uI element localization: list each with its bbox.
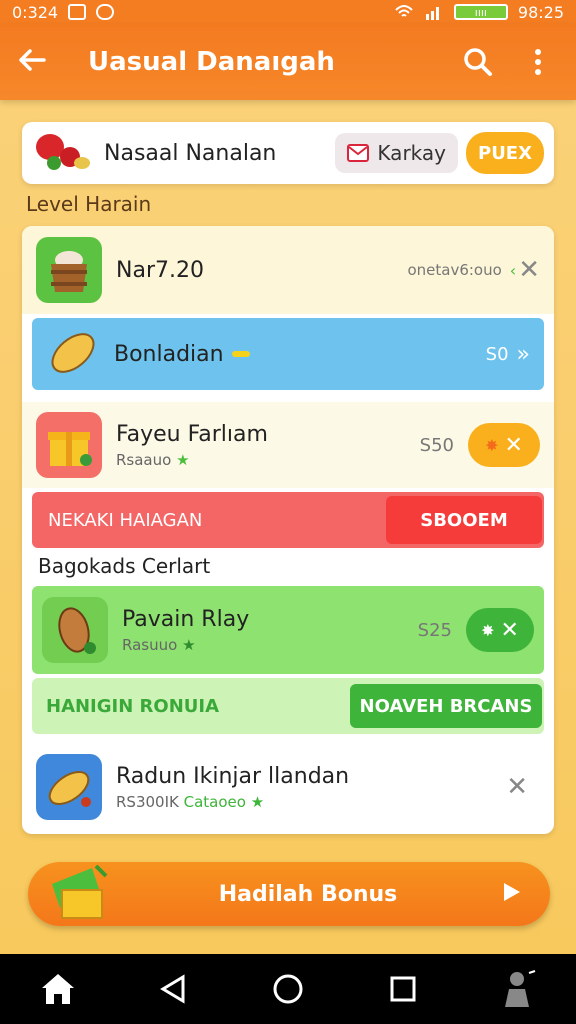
chevron-left-icon: ‹ <box>509 260 517 280</box>
close-icon[interactable]: ✕ <box>518 255 540 285</box>
item-title: Pavain Rlay <box>122 606 250 632</box>
section-label-level: Level Harain <box>26 192 152 216</box>
puex-button[interactable]: PUEX <box>466 132 544 174</box>
list-item[interactable]: Nar7.20 onetav6:ouo ‹ ✕ <box>22 226 554 314</box>
play-icon <box>502 881 522 907</box>
list-item[interactable]: Bonladian S0 » <box>32 318 544 390</box>
fruit-basket-icon <box>32 127 92 179</box>
item-title: Fayeu Farlıam <box>116 421 268 447</box>
remove-button[interactable]: ✸ ✕ <box>466 608 534 652</box>
sweet-potato-icon <box>42 597 108 663</box>
status-time-left: 0:324 <box>12 2 59 22</box>
status-time-right: 98:25 <box>517 2 564 22</box>
app-bar: Uasual Danaıgah <box>0 24 576 100</box>
battery-icon: ıııı <box>453 4 508 20</box>
banner-red-button[interactable]: SBOOEM <box>386 496 542 544</box>
banner-green-label: HANIGIN RONUIA <box>46 695 220 717</box>
header-name: Nasaal Nanalan <box>104 140 277 166</box>
banner-red: NEKAKI HAIAGAN SBOOEM <box>32 492 544 548</box>
home-icon[interactable] <box>33 964 83 1014</box>
spark-icon: ✸ <box>481 620 495 640</box>
spark-icon: ✸ <box>485 435 499 455</box>
item-price: S25 <box>417 619 452 641</box>
items-card: Nar7.20 onetav6:ouo ‹ ✕ Bonladian S0 » F… <box>22 226 554 834</box>
banner-green-button[interactable]: NOAVEH BRCANS <box>350 684 542 728</box>
section-label-bagokads: Bagokads Cerlart <box>38 554 211 578</box>
status-bar: 0:324 ıııı 98:25 <box>0 0 576 24</box>
item-subtitle: Rsaauo ★ <box>116 450 190 469</box>
bonus-button[interactable]: Hadilah Bonus <box>28 862 550 926</box>
tag-icon <box>231 351 250 357</box>
mail-icon <box>347 144 370 162</box>
chip-label: Karkay <box>377 141 446 165</box>
item-title: Bonladian <box>114 341 224 367</box>
double-chevron-right-icon[interactable]: » <box>517 342 530 367</box>
list-item[interactable]: Radun Ikinjar llandan RS300IK Cataoeo ★ … <box>22 744 554 830</box>
gift-icon <box>44 862 114 926</box>
karkay-chip[interactable]: Karkay <box>335 133 458 173</box>
bread-roll-icon <box>36 754 102 820</box>
item-meta: onetav6:ouo <box>407 261 502 279</box>
close-icon: ✕ <box>500 617 519 643</box>
close-icon: ✕ <box>504 432 523 458</box>
item-title: Radun Ikinjar llandan <box>116 763 350 789</box>
notification-icon <box>68 4 87 20</box>
remove-button[interactable]: ✸ ✕ <box>468 423 540 467</box>
wifi-icon <box>395 5 413 17</box>
signal-icon <box>425 7 439 20</box>
item-subtitle: Rasuuo ★ <box>122 635 196 654</box>
recents-square-icon[interactable] <box>378 964 428 1014</box>
more-vertical-icon[interactable] <box>518 42 558 82</box>
system-nav-bar <box>0 954 576 1024</box>
accessibility-icon[interactable] <box>493 964 543 1014</box>
search-icon[interactable] <box>458 42 498 82</box>
bucket-icon <box>36 237 102 303</box>
bread-icon <box>46 327 100 381</box>
gift-box-icon <box>36 412 102 478</box>
banner-green: HANIGIN RONUIA NOAVEH BRCANS <box>32 678 544 734</box>
item-price: S50 <box>419 434 454 456</box>
banner-red-label: NEKAKI HAIAGAN <box>48 509 203 531</box>
item-subtitle: RS300IK Cataoeo ★ <box>116 792 265 811</box>
page-title: Uasual Danaıgah <box>88 47 335 77</box>
list-item[interactable]: Pavain Rlay Rasuuo ★ S25 ✸ ✕ <box>32 586 544 674</box>
bonus-label: Hadilah Bonus <box>218 881 398 907</box>
home-circle-icon[interactable] <box>263 964 313 1014</box>
close-icon[interactable]: ✕ <box>506 772 528 802</box>
list-item[interactable]: Fayeu Farlıam Rsaauo ★ S50 ✸ ✕ <box>22 402 554 488</box>
arrow-left-icon[interactable] <box>18 45 58 80</box>
app-notification-icon <box>96 4 115 20</box>
item-price: S0 <box>485 343 509 365</box>
header-card: Nasaal Nanalan Karkay PUEX <box>22 122 554 184</box>
back-triangle-icon[interactable] <box>148 964 198 1014</box>
item-title: Nar7.20 <box>116 257 204 283</box>
